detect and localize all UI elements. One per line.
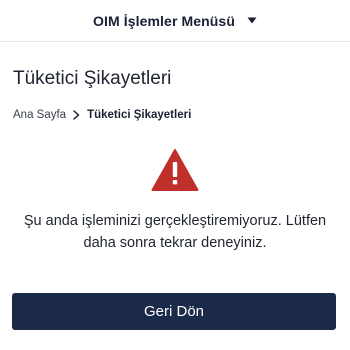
top-menu-bar[interactable]: OIM İşlemler Menüsü (0, 0, 350, 42)
menu-title[interactable]: OIM İşlemler Menüsü (93, 13, 235, 29)
back-button[interactable]: Geri Dön (12, 293, 336, 330)
breadcrumb: Ana Sayfa Tüketici Şikayetleri (13, 108, 337, 122)
page: OIM İşlemler Menüsü Tüketici Şikayetleri… (0, 0, 350, 350)
breadcrumb-current: Tüketici Şikayetleri (87, 109, 192, 121)
chevron-right-icon (73, 110, 80, 120)
breadcrumb-home-link[interactable]: Ana Sayfa (13, 109, 66, 121)
main-content: Tüketici Şikayetleri Ana Sayfa Tüketici … (0, 68, 350, 254)
error-message: Şu anda işleminizi gerçekleştiremiyoruz.… (23, 213, 327, 251)
caret-down-icon[interactable] (247, 17, 257, 24)
page-title: Tüketici Şikayetleri (13, 68, 172, 89)
warning-triangle-icon (13, 148, 337, 192)
